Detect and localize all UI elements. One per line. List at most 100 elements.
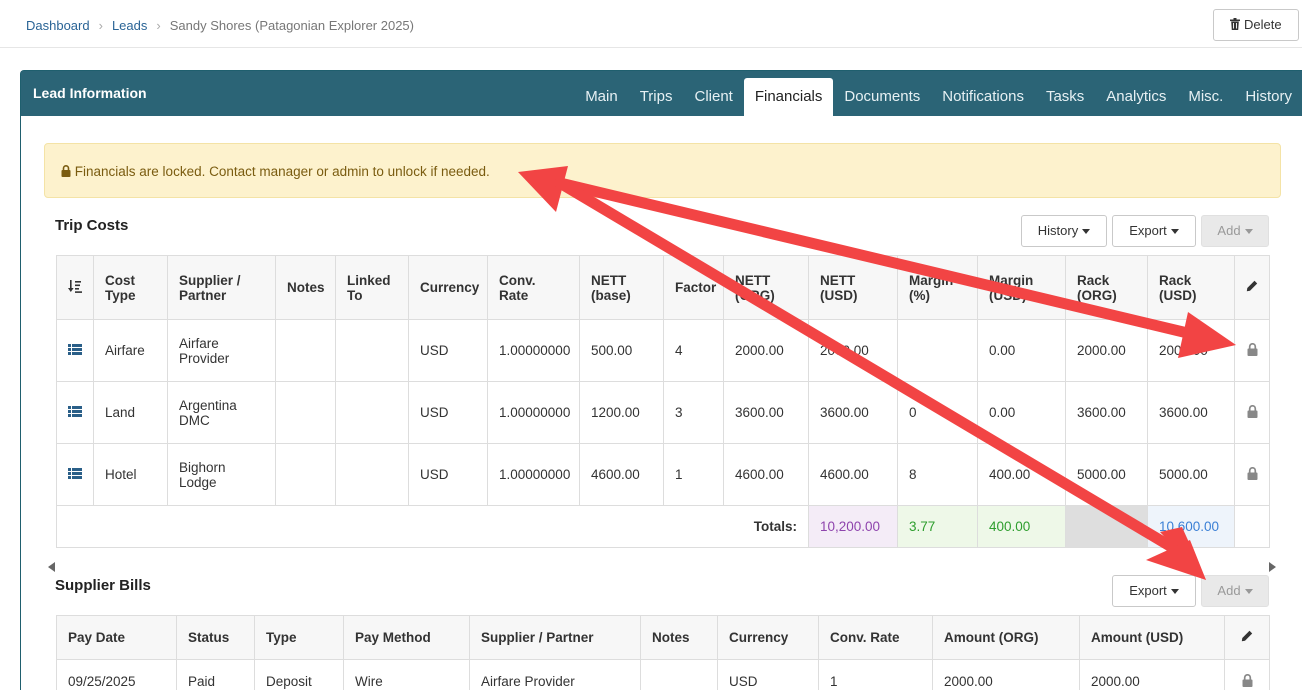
cell-margin-usd: 0.00 (977, 381, 1066, 444)
cell-supplier: Airfare Provider (469, 659, 641, 690)
row-handle[interactable] (56, 443, 94, 506)
cell-linked-to (335, 319, 409, 382)
total-rack-usd: 10,600.00 (1147, 505, 1235, 548)
col-nett-usd: NETT (USD) (808, 255, 898, 320)
cell-conv-rate: 1.00000000 (487, 443, 580, 506)
cell-notes (275, 443, 336, 506)
total-rack-org (1065, 505, 1148, 548)
col-nett-base: NETT (base) (579, 255, 664, 320)
row-handle[interactable] (56, 381, 94, 444)
cell-supplier: Airfare Provider (167, 319, 276, 382)
cell-notes (275, 319, 336, 382)
total-nett-usd: 10,200.00 (808, 505, 898, 548)
cell-conv-rate: 1.00000000 (487, 381, 580, 444)
edit-column-header (1224, 615, 1270, 660)
tab-documents[interactable]: Documents (833, 78, 931, 116)
caret-down-icon (1170, 229, 1179, 235)
trip-costs-title: Trip Costs (55, 217, 129, 234)
col-margin-usd: Margin (USD) (977, 255, 1066, 320)
cell-notes (275, 381, 336, 444)
lock-icon (61, 164, 71, 179)
table-header-row: Cost Type Supplier / Partner Notes Linked T… (56, 255, 1270, 320)
cell-pay-date: 09/25/2025 (56, 659, 177, 690)
cell-rack-org: 2000.00 (1065, 319, 1148, 382)
col-pay-method: Pay Method (343, 615, 470, 660)
delete-button[interactable]: Delete (1213, 9, 1299, 41)
tab-trips[interactable]: Trips (629, 78, 684, 116)
tab-client[interactable]: Client (683, 78, 743, 116)
add-bill-button[interactable]: Add (1201, 575, 1269, 607)
tab-analytics[interactable]: Analytics (1095, 78, 1177, 116)
list-icon (68, 405, 82, 420)
caret-down-icon (1244, 229, 1253, 235)
bills-export-button[interactable]: Export (1112, 575, 1196, 607)
history-button[interactable]: History (1021, 215, 1107, 247)
cell-amount-org: 2000.00 (932, 659, 1080, 690)
cell-currency: USD (408, 381, 488, 444)
cell-nett-base: 4600.00 (579, 443, 664, 506)
col-supplier: Supplier / Partner (167, 255, 276, 320)
cell-rack-usd: 2000.00 (1147, 319, 1235, 382)
table-row: 09/25/2025 Paid Deposit Wire Airfare Pro… (56, 659, 1270, 690)
row-handle[interactable] (56, 319, 94, 382)
pencil-icon (1246, 280, 1258, 295)
tab-main[interactable]: Main (574, 78, 629, 116)
cell-factor: 1 (663, 443, 724, 506)
supplier-bills-table: Pay Date Status Type Pay Method Supplier… (56, 615, 1270, 690)
row-lock (1224, 659, 1270, 690)
cell-rack-usd: 3600.00 (1147, 381, 1235, 444)
col-pay-date: Pay Date (56, 615, 177, 660)
total-margin-usd: 400.00 (977, 505, 1066, 548)
top-bar: Dashboard › Leads › Sandy Shores (Patagonian… (0, 0, 1302, 48)
cell-supplier: Argentina DMC (167, 381, 276, 444)
scroll-left-icon[interactable] (48, 562, 55, 572)
delete-label: Delete (1244, 17, 1282, 32)
panel-title: Lead Information (33, 85, 147, 101)
col-rack-usd: Rack (USD) (1147, 255, 1235, 320)
sort-column-header[interactable] (56, 255, 94, 320)
tab-notifications[interactable]: Notifications (931, 78, 1035, 116)
cell-supplier: Bighorn Lodge (167, 443, 276, 506)
cell-factor: 4 (663, 319, 724, 382)
cell-nett-org: 2000.00 (723, 319, 809, 382)
tab-tasks[interactable]: Tasks (1035, 78, 1095, 116)
cell-nett-base: 1200.00 (579, 381, 664, 444)
lock-icon (1242, 673, 1253, 690)
tab-misc[interactable]: Misc. (1177, 78, 1234, 116)
sort-icon (68, 280, 82, 296)
cell-nett-usd: 4600.00 (808, 443, 898, 506)
col-type: Type (254, 615, 344, 660)
col-cost-type: Cost Type (93, 255, 168, 320)
cell-conv-rate: 1 (818, 659, 933, 690)
cell-margin-usd: 0.00 (977, 319, 1066, 382)
cell-nett-usd: 2000.00 (808, 319, 898, 382)
breadcrumb-current: Sandy Shores (Patagonian Explorer 2025) (169, 18, 414, 33)
total-margin-pct: 3.77 (897, 505, 978, 548)
lock-icon (1247, 404, 1258, 421)
supplier-bills-title: Supplier Bills (55, 577, 151, 594)
col-notes: Notes (275, 255, 336, 320)
export-button[interactable]: Export (1112, 215, 1196, 247)
col-amount-usd: Amount (USD) (1079, 615, 1225, 660)
scroll-right-icon[interactable] (1269, 562, 1276, 572)
breadcrumb-leads[interactable]: Leads (112, 18, 147, 33)
tab-history[interactable]: History (1234, 78, 1302, 116)
caret-down-icon (1244, 589, 1253, 595)
cell-pay-method: Wire (343, 659, 470, 690)
col-nett-org: NETT (ORG) (723, 255, 809, 320)
breadcrumb-dashboard[interactable]: Dashboard (26, 18, 90, 33)
col-conv-rate: Conv. Rate (818, 615, 933, 660)
table-row: Hotel Bighorn Lodge USD 1.00000000 4600.0… (56, 443, 1270, 506)
add-cost-button[interactable]: Add (1201, 215, 1269, 247)
cell-rack-org: 5000.00 (1065, 443, 1148, 506)
lock-icon (1247, 466, 1258, 483)
add-label: Add (1217, 223, 1241, 238)
cell-rack-org: 3600.00 (1065, 381, 1148, 444)
add-label: Add (1217, 583, 1241, 598)
cell-nett-org: 4600.00 (723, 443, 809, 506)
list-icon (68, 343, 82, 358)
tab-financials[interactable]: Financials (743, 78, 834, 116)
row-lock (1234, 381, 1270, 444)
breadcrumb-separator: › (156, 18, 161, 33)
table-row: Land Argentina DMC USD 1.00000000 1200.00… (56, 381, 1270, 444)
